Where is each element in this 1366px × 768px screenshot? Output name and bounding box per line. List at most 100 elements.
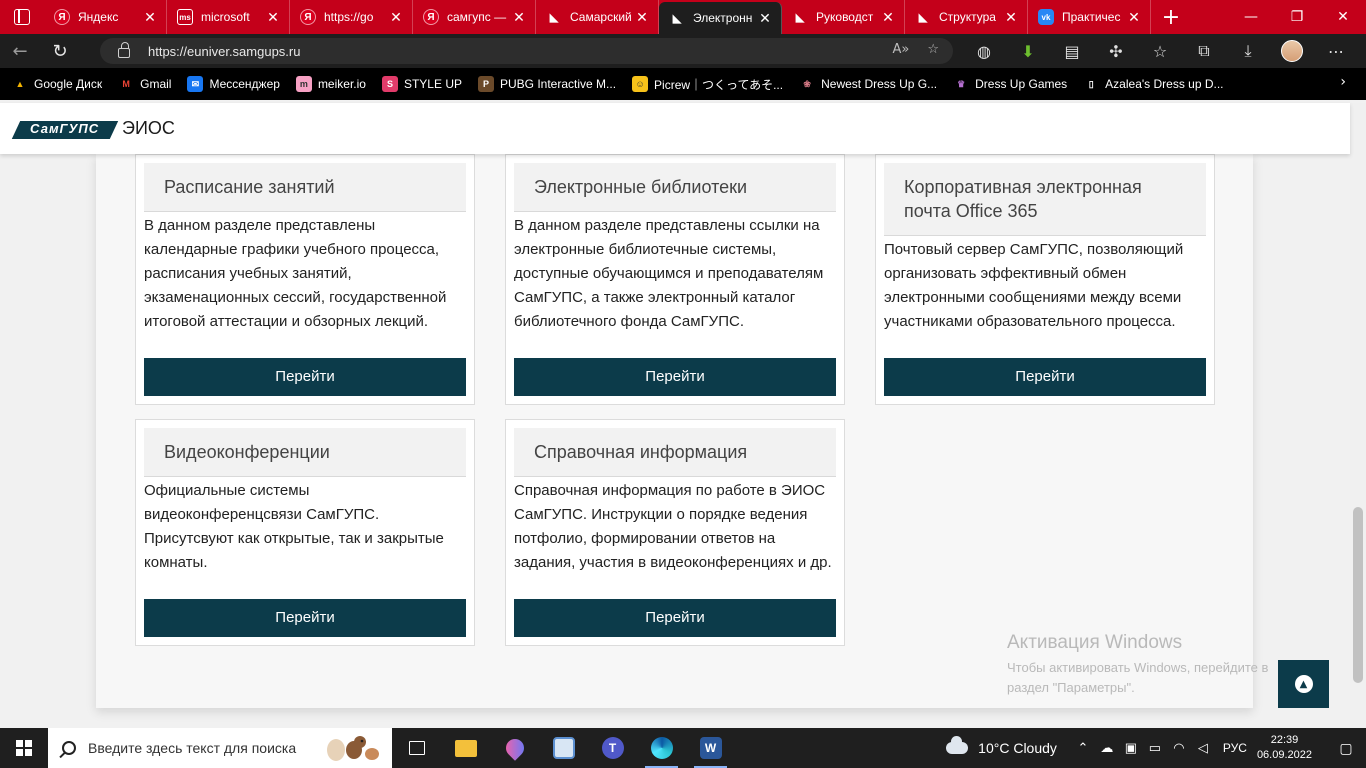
lock-icon[interactable] xyxy=(118,42,130,58)
chevron-up-icon: ▲ xyxy=(1294,675,1313,693)
volume-icon[interactable]: ◁ xyxy=(1191,740,1215,756)
browser-tab[interactable]: Я Яндекс ✕ xyxy=(44,0,167,34)
bookmark-item[interactable]: P PUBG Interactive M... xyxy=(478,76,616,92)
yandex-icon: Я xyxy=(300,9,316,25)
tab-close-icon[interactable]: ✕ xyxy=(388,9,404,26)
scrollbar-thumb[interactable] xyxy=(1353,507,1363,683)
bookmark-item[interactable]: m meiker.io xyxy=(295,76,366,92)
tab-close-icon[interactable]: ✕ xyxy=(634,9,650,26)
cloud-sync-icon[interactable]: ☁ xyxy=(1095,740,1119,756)
go-button[interactable]: Перейти xyxy=(144,358,466,396)
meet-now-icon[interactable]: ▣ xyxy=(1119,740,1143,756)
browser-tab[interactable]: Я самгупс — ✕ xyxy=(413,0,536,34)
teams-icon: T xyxy=(601,737,624,759)
browser-tab[interactable]: ◣ Руководст ✕ xyxy=(782,0,905,34)
bookmark-item[interactable]: ♛ Dress Up Games xyxy=(953,76,1067,92)
language-indicator[interactable]: РУС xyxy=(1223,741,1247,755)
go-button[interactable]: Перейти xyxy=(884,358,1206,396)
card-description: Официальные системы видеоконференцсвязи … xyxy=(144,482,444,571)
browser-tab[interactable]: Я https://go ✕ xyxy=(290,0,413,34)
browser-tab[interactable]: ◣ Самарский ✕ xyxy=(536,0,659,34)
card-title: Расписание занятий xyxy=(144,163,466,212)
yandex-icon: Я xyxy=(423,9,439,25)
go-button[interactable]: Перейти xyxy=(144,599,466,637)
yandex-icon: Я xyxy=(54,9,70,25)
new-tab-button[interactable]: + xyxy=(1151,0,1191,34)
collections-icon[interactable]: ⧉ xyxy=(1182,34,1226,68)
bookmark-label: Gmail xyxy=(140,77,172,91)
chevron-right-icon[interactable]: › xyxy=(1340,74,1346,90)
refresh-icon[interactable]: ↻ xyxy=(40,34,80,68)
notifications-icon[interactable]: ▢ xyxy=(1326,728,1366,768)
go-button[interactable]: Перейти xyxy=(514,599,836,637)
task-view-button[interactable] xyxy=(392,728,441,768)
bookmark-item[interactable]: ❀ Newest Dress Up G... xyxy=(799,76,937,92)
browser-tab-active[interactable]: ◣ Электронн ✕ xyxy=(659,2,782,34)
address-bar[interactable]: https://euniver.samgups.ru A» ☆ xyxy=(100,38,953,64)
wifi-icon[interactable]: ◠ xyxy=(1167,740,1191,756)
tab-close-icon[interactable]: ✕ xyxy=(880,9,896,26)
go-button[interactable]: Перейти xyxy=(514,358,836,396)
tab-close-icon[interactable]: ✕ xyxy=(265,9,281,26)
bookmark-item[interactable]: ▲ Google Диск xyxy=(12,76,103,92)
taskbar-search[interactable]: Введите здесь текст для поиска xyxy=(48,728,392,768)
download-extension-icon[interactable]: ⬇ xyxy=(1006,34,1050,68)
start-button[interactable] xyxy=(0,728,48,768)
system-tray: 10°C Cloudy ⌃ ☁ ▣ ▭ ◠ ◁ РУС 22:39 06.09.… xyxy=(946,728,1366,768)
add-favorite-icon[interactable]: ☆ xyxy=(927,42,939,57)
browser-tab-bar: Я Яндекс ✕ ms microsoft ✕ Я https://go ✕… xyxy=(0,0,1366,34)
site-title[interactable]: ЭИОС xyxy=(122,118,175,139)
favorites-icon[interactable]: ☆ xyxy=(1138,34,1182,68)
browser-tab[interactable]: vk Практичес ✕ xyxy=(1028,0,1151,34)
restore-icon[interactable]: ❐ xyxy=(1274,0,1320,34)
word-button[interactable]: W xyxy=(686,728,735,768)
tab-close-icon[interactable]: ✕ xyxy=(1126,9,1142,26)
paint3d-button[interactable] xyxy=(490,728,539,768)
page-scrollbar[interactable] xyxy=(1350,103,1366,728)
tab-title: Руководст xyxy=(816,10,874,24)
samgups-icon: ◣ xyxy=(549,11,559,24)
bookmark-label: Google Диск xyxy=(34,77,103,91)
extension-icon[interactable]: ▤ xyxy=(1050,34,1094,68)
tab-close-icon[interactable]: ✕ xyxy=(757,10,773,27)
bookmark-item[interactable]: ☺ Picrew｜つくってあそ... xyxy=(632,76,783,93)
photos-icon xyxy=(552,737,575,759)
teams-button[interactable]: T xyxy=(588,728,637,768)
browser-tab[interactable]: ◣ Структура ✕ xyxy=(905,0,1028,34)
weather-widget[interactable]: 10°C Cloudy xyxy=(946,736,1057,756)
tab-close-icon[interactable]: ✕ xyxy=(1003,9,1019,26)
bookmark-item[interactable]: ✉ Мессенджер xyxy=(187,76,280,92)
url-text[interactable]: https://euniver.samgups.ru xyxy=(148,44,300,59)
bookmark-item[interactable]: M Gmail xyxy=(118,76,171,92)
vpn-globe-icon[interactable]: ◍ xyxy=(962,34,1006,68)
samgups-logo[interactable]: СамГУПС xyxy=(11,115,119,143)
tab-actions-button[interactable] xyxy=(0,0,44,34)
back-arrow-icon[interactable]: ← xyxy=(0,34,40,68)
bookmark-item[interactable]: S STYLE UP xyxy=(381,76,462,92)
more-options-icon[interactable]: ⋯ xyxy=(1314,34,1358,68)
clock[interactable]: 22:39 06.09.2022 xyxy=(1257,733,1312,763)
scroll-to-top-button[interactable]: ▲ xyxy=(1278,660,1329,708)
bookmark-item[interactable]: ▯ Azalea's Dress up D... xyxy=(1083,76,1224,92)
battery-icon[interactable]: ▭ xyxy=(1143,740,1167,756)
tab-close-icon[interactable]: ✕ xyxy=(142,9,158,26)
chevron-up-icon[interactable]: ⌃ xyxy=(1071,740,1095,756)
samgups-icon: ◣ xyxy=(918,11,928,24)
read-aloud-icon[interactable]: A» xyxy=(892,42,909,57)
card-office365: Корпоративная электронная почта Office 3… xyxy=(875,154,1215,405)
file-explorer-button[interactable] xyxy=(441,728,490,768)
main-content: Расписание занятий В данном разделе пред… xyxy=(96,154,1253,708)
bookmark-label: PUBG Interactive M... xyxy=(500,77,617,91)
gmail-icon: M xyxy=(122,79,130,89)
downloads-icon[interactable]: ⤓ xyxy=(1226,34,1270,68)
edge-button[interactable] xyxy=(637,728,686,768)
photos-button[interactable] xyxy=(539,728,588,768)
minimize-icon[interactable]: — xyxy=(1228,0,1274,34)
close-window-icon[interactable]: ✕ xyxy=(1320,0,1366,34)
extensions-puzzle-icon[interactable]: ✣ xyxy=(1094,34,1138,68)
weather-text: 10°C Cloudy xyxy=(978,740,1057,756)
profile-avatar[interactable] xyxy=(1270,34,1314,68)
tab-close-icon[interactable]: ✕ xyxy=(511,9,527,26)
search-highlight-squirrel-icon xyxy=(327,736,379,761)
browser-tab[interactable]: ms microsoft ✕ xyxy=(167,0,290,34)
